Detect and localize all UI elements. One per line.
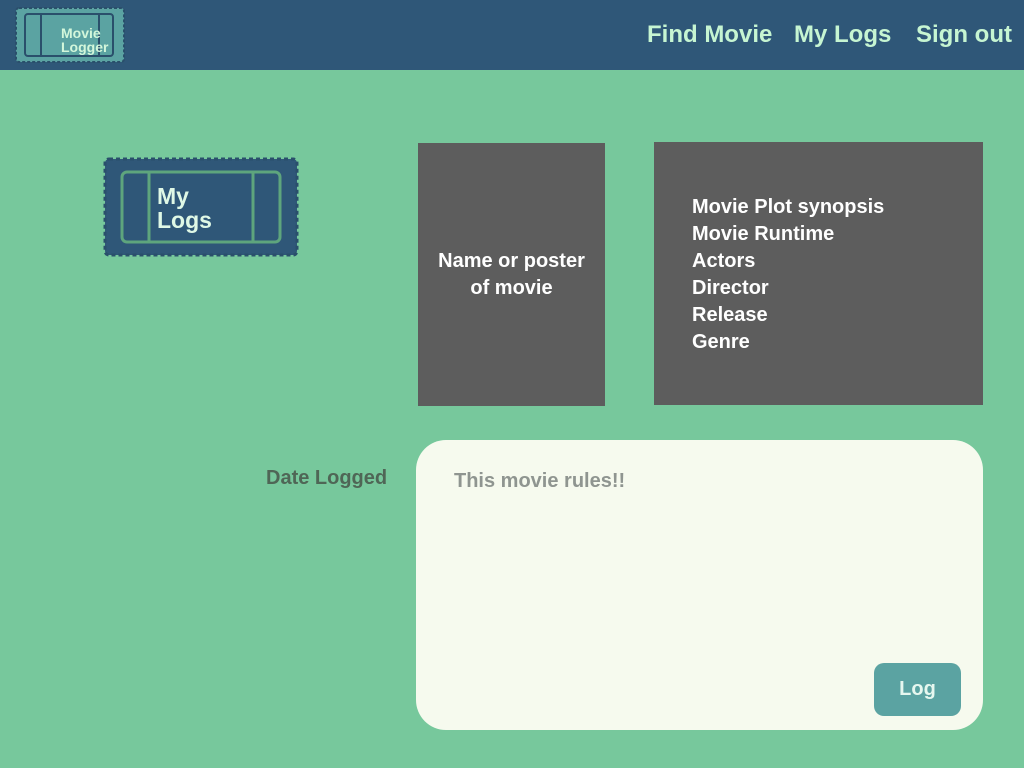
nav-my-logs[interactable]: My Logs [794, 20, 891, 50]
detail-runtime: Movie Runtime [692, 223, 835, 245]
nav-find-movie[interactable]: Find Movie [647, 20, 772, 50]
poster-placeholder-text: Name or poster of movie [438, 249, 585, 299]
movie-details-list: Movie Plot synopsis Movie Runtime Actors… [692, 194, 884, 356]
log-entry-card: Log [416, 440, 983, 730]
detail-genre: Genre [692, 331, 750, 353]
movie-poster-placeholder: Name or poster of movie [418, 143, 605, 406]
detail-director: Director [692, 277, 769, 299]
movie-details-panel: Movie Plot synopsis Movie Runtime Actors… [654, 142, 983, 405]
log-button[interactable]: Log [874, 663, 961, 716]
detail-release: Release [692, 304, 768, 326]
movie-logger-logo[interactable]: Movie Logger [14, 6, 126, 64]
detail-actors: Actors [692, 250, 756, 272]
my-logs-ticket-label: My Logs [157, 183, 212, 233]
nav-sign-out[interactable]: Sign out [916, 20, 1012, 50]
my-logs-ticket-button[interactable]: My Logs [102, 156, 300, 258]
logo-text: Movie Logger [61, 25, 109, 55]
page: Movie Logger Find Movie My Logs Sign out… [0, 0, 1024, 768]
date-logged-label: Date Logged [266, 467, 388, 489]
top-navigation-bar: Movie Logger Find Movie My Logs Sign out [0, 0, 1024, 70]
review-input[interactable] [446, 464, 962, 676]
detail-plot-synopsis: Movie Plot synopsis [692, 196, 885, 218]
